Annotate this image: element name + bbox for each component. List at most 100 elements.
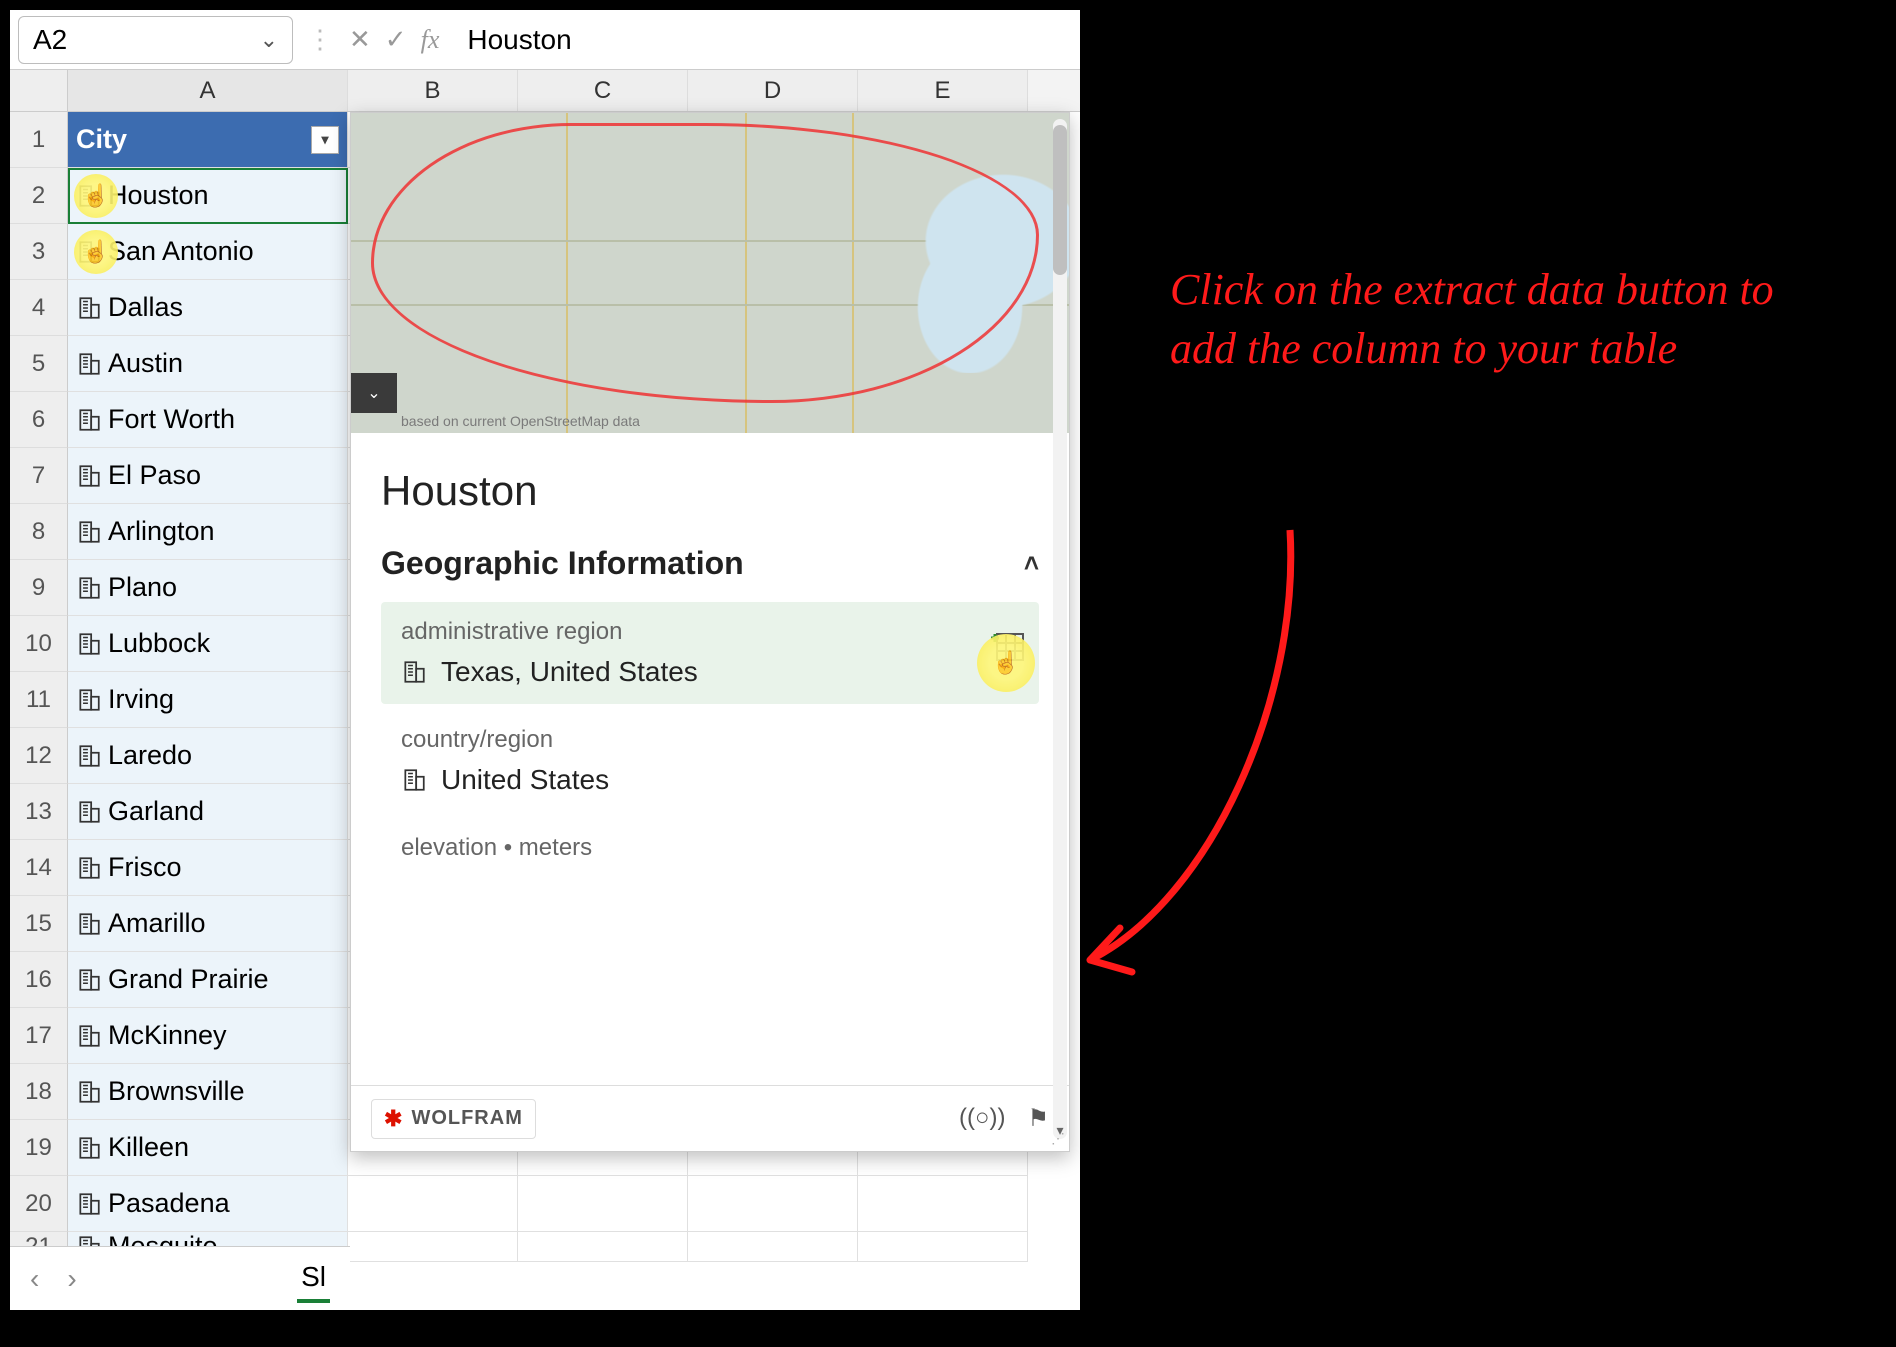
- card-map[interactable]: ⌄ based on current OpenStreetMap data: [351, 113, 1069, 433]
- enter-icon[interactable]: ✓: [385, 24, 407, 55]
- city-label: Plano: [108, 572, 177, 603]
- city-cell[interactable]: McKinney: [68, 1008, 348, 1064]
- row-header[interactable]: 20: [10, 1176, 68, 1232]
- card-field[interactable]: elevation • meters: [381, 818, 1039, 888]
- city-label: Frisco: [108, 852, 182, 883]
- sheet-prev-icon[interactable]: ‹: [30, 1263, 39, 1295]
- row-header[interactable]: 17: [10, 1008, 68, 1064]
- empty-cell[interactable]: [688, 1232, 858, 1262]
- row-header[interactable]: 13: [10, 784, 68, 840]
- callout-arrow: [1060, 520, 1320, 1000]
- city-label: Brownsville: [108, 1076, 245, 1107]
- row-header[interactable]: 4: [10, 280, 68, 336]
- fx-icon[interactable]: fx: [421, 25, 440, 55]
- row-header[interactable]: 7: [10, 448, 68, 504]
- row-header[interactable]: 9: [10, 560, 68, 616]
- cancel-icon[interactable]: ✕: [349, 24, 371, 55]
- city-cell[interactable]: Austin: [68, 336, 348, 392]
- provider-label: WOLFRAM: [411, 1107, 522, 1130]
- building-icon: [401, 767, 427, 793]
- map-collapse-button[interactable]: ⌄: [351, 373, 397, 413]
- name-box[interactable]: A2 ⌄: [18, 16, 293, 64]
- city-cell[interactable]: Killeen: [68, 1120, 348, 1176]
- empty-cell[interactable]: [518, 1176, 688, 1232]
- empty-cell[interactable]: [348, 1176, 518, 1232]
- row-header[interactable]: 12: [10, 728, 68, 784]
- card-field[interactable]: country/regionUnited States: [381, 710, 1039, 812]
- city-cell[interactable]: Laredo: [68, 728, 348, 784]
- chevron-up-icon[interactable]: ˄: [1024, 548, 1039, 579]
- city-cell[interactable]: San Antonio☝: [68, 224, 348, 280]
- click-highlight: ☝: [977, 634, 1035, 692]
- row-header[interactable]: 1: [10, 112, 68, 168]
- city-cell[interactable]: Frisco: [68, 840, 348, 896]
- table-header-cell[interactable]: City▾: [68, 112, 348, 168]
- row-header[interactable]: 10: [10, 616, 68, 672]
- card-field[interactable]: administrative regionTexas, United State…: [381, 602, 1039, 704]
- callout-text: Click on the extract data button to add …: [1170, 260, 1820, 379]
- building-icon: [76, 911, 102, 937]
- building-icon: [76, 1023, 102, 1049]
- sheet-next-icon[interactable]: ›: [67, 1263, 76, 1295]
- empty-cell[interactable]: [858, 1176, 1028, 1232]
- card-title: Houston: [381, 467, 1039, 515]
- row-header[interactable]: 19: [10, 1120, 68, 1176]
- city-cell[interactable]: Brownsville: [68, 1064, 348, 1120]
- row-header[interactable]: 18: [10, 1064, 68, 1120]
- city-cell[interactable]: Houston☝: [68, 168, 348, 224]
- city-cell[interactable]: El Paso: [68, 448, 348, 504]
- city-label: Arlington: [108, 516, 215, 547]
- row-header[interactable]: 5: [10, 336, 68, 392]
- card-field-label: administrative region: [401, 618, 1019, 646]
- resize-grip-icon[interactable]: ⋰: [1051, 1130, 1065, 1147]
- empty-cell[interactable]: [858, 1232, 1028, 1262]
- city-label: El Paso: [108, 460, 201, 491]
- card-section-label: Geographic Information: [381, 545, 744, 582]
- data-type-card: ⌄ based on current OpenStreetMap data ▾ …: [350, 112, 1070, 1152]
- row-header[interactable]: 3: [10, 224, 68, 280]
- flag-icon[interactable]: ⚑: [1027, 1104, 1049, 1133]
- row-header[interactable]: 16: [10, 952, 68, 1008]
- formula-input[interactable]: [449, 17, 1080, 63]
- vertical-dots-icon[interactable]: ⋮: [301, 24, 339, 55]
- row-header[interactable]: 15: [10, 896, 68, 952]
- empty-cell[interactable]: [348, 1232, 518, 1262]
- name-box-value: A2: [33, 24, 67, 56]
- city-cell[interactable]: Plano: [68, 560, 348, 616]
- city-cell[interactable]: Garland: [68, 784, 348, 840]
- empty-cell[interactable]: [688, 1176, 858, 1232]
- city-cell[interactable]: Lubbock: [68, 616, 348, 672]
- column-header-a[interactable]: A: [68, 70, 348, 111]
- city-cell[interactable]: Arlington: [68, 504, 348, 560]
- row-header[interactable]: 8: [10, 504, 68, 560]
- provider-badge[interactable]: ✱ WOLFRAM: [371, 1099, 536, 1139]
- column-header-c[interactable]: C: [518, 70, 688, 111]
- empty-cell[interactable]: [518, 1232, 688, 1262]
- column-header-d[interactable]: D: [688, 70, 858, 111]
- card-section-header[interactable]: Geographic Information ˄: [381, 545, 1039, 582]
- row-header[interactable]: 6: [10, 392, 68, 448]
- column-headers: A B C D E: [10, 70, 1080, 112]
- map-caption: based on current OpenStreetMap data: [401, 413, 640, 429]
- chevron-down-icon[interactable]: ⌄: [260, 27, 278, 53]
- signal-icon[interactable]: ((○)): [959, 1104, 1005, 1133]
- row-header[interactable]: 14: [10, 840, 68, 896]
- card-footer: ✱ WOLFRAM ((○)) ⚑: [351, 1085, 1069, 1151]
- sheet-tab[interactable]: Sl: [297, 1255, 330, 1303]
- row-header[interactable]: 2: [10, 168, 68, 224]
- building-icon: [76, 295, 102, 321]
- city-cell[interactable]: Dallas: [68, 280, 348, 336]
- city-cell[interactable]: Pasadena: [68, 1176, 348, 1232]
- scrollbar-thumb[interactable]: [1053, 125, 1067, 275]
- column-header-b[interactable]: B: [348, 70, 518, 111]
- column-header-e[interactable]: E: [858, 70, 1028, 111]
- city-cell[interactable]: Fort Worth: [68, 392, 348, 448]
- row-header[interactable]: 11: [10, 672, 68, 728]
- building-icon: [76, 631, 102, 657]
- filter-dropdown-icon[interactable]: ▾: [311, 126, 339, 154]
- city-cell[interactable]: Grand Prairie: [68, 952, 348, 1008]
- select-all-triangle[interactable]: [10, 70, 68, 111]
- building-icon: [401, 659, 427, 685]
- city-cell[interactable]: Irving: [68, 672, 348, 728]
- city-cell[interactable]: Amarillo: [68, 896, 348, 952]
